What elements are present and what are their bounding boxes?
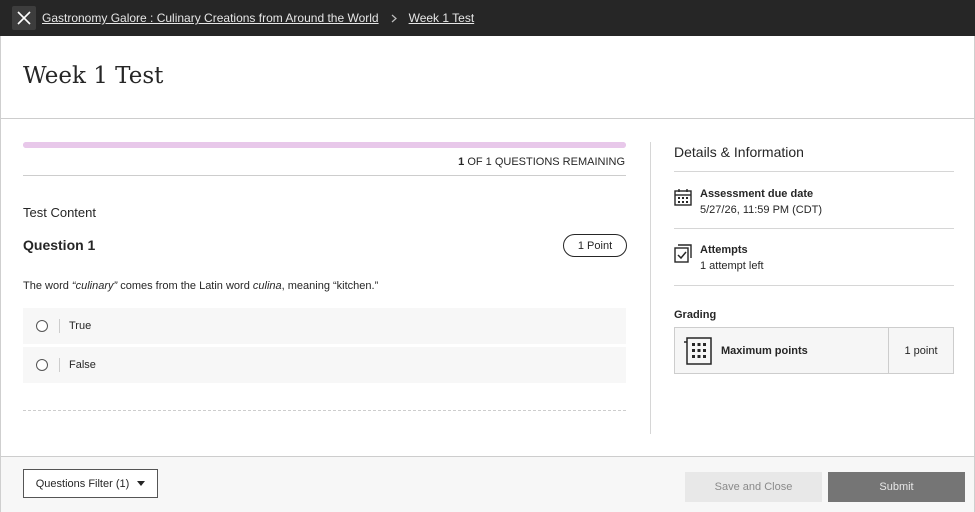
- save-and-close-button[interactable]: Save and Close: [685, 472, 822, 502]
- question-text: The word “culinary” comes from the Latin…: [23, 280, 378, 292]
- option-divider: [59, 358, 60, 372]
- calendar-icon: [674, 189, 692, 206]
- attempts-label: Attempts: [700, 244, 748, 256]
- remaining-count: 1: [458, 156, 465, 168]
- max-points-label: Maximum points: [721, 344, 808, 357]
- breadcrumb-course-link[interactable]: Gastronomy Galore : Culinary Creations f…: [42, 11, 379, 25]
- page-title: Week 1 Test: [23, 63, 164, 89]
- question-text-italic: “culinary”: [71, 280, 118, 292]
- caret-down-icon: [137, 481, 146, 486]
- panel-divider: [650, 142, 651, 434]
- grade-calculator-icon: [684, 336, 712, 365]
- remaining-text: OF 1 QUESTIONS REMAINING: [467, 156, 625, 168]
- max-points-value: 1 point: [888, 328, 953, 373]
- questions-remaining: 1 OF 1 QUESTIONS REMAINING: [458, 156, 625, 168]
- section-label: Test Content: [23, 205, 96, 220]
- answer-option-true[interactable]: True: [23, 308, 626, 344]
- option-label: True: [69, 320, 92, 332]
- radio-button[interactable]: [36, 359, 48, 371]
- title-area: Week 1 Test: [0, 36, 975, 119]
- divider: [23, 175, 626, 176]
- due-date-label: Assessment due date: [700, 188, 814, 200]
- option-label: False: [69, 359, 96, 371]
- close-icon: [17, 11, 31, 25]
- questions-filter-button[interactable]: Questions Filter (1): [23, 469, 158, 498]
- details-title: Details & Information: [674, 144, 804, 160]
- answer-option-false[interactable]: False: [23, 347, 626, 383]
- option-divider: [59, 319, 60, 333]
- submit-button[interactable]: Submit: [828, 472, 965, 502]
- radio-button[interactable]: [36, 320, 48, 332]
- progress-bar: [23, 142, 626, 148]
- divider: [674, 228, 954, 229]
- attempts-check-icon: [674, 244, 692, 263]
- question-text-part: comes from the Latin word: [117, 280, 253, 292]
- grading-label: Grading: [674, 309, 717, 321]
- question-title: Question 1: [23, 237, 96, 253]
- top-bar: Gastronomy Galore : Culinary Creations f…: [0, 0, 975, 36]
- points-badge: 1 Point: [563, 234, 627, 257]
- divider: [674, 285, 954, 286]
- question-text-italic: culina: [252, 280, 282, 292]
- progress-bar-fill: [23, 142, 626, 148]
- attempts-value: 1 attempt left: [700, 260, 764, 272]
- question-text-part: The word: [23, 280, 72, 292]
- main-panel: 1 OF 1 QUESTIONS REMAINING Test Content …: [0, 119, 975, 456]
- divider: [674, 171, 954, 172]
- dashed-divider: [23, 410, 626, 411]
- grading-box: Maximum points 1 point: [674, 327, 954, 374]
- due-date-value: 5/27/26, 11:59 PM (CDT): [700, 204, 823, 216]
- chevron-right-icon: [391, 14, 397, 23]
- breadcrumb: Gastronomy Galore : Culinary Creations f…: [42, 11, 474, 25]
- footer-bar: Questions Filter (1) Save and Close Subm…: [0, 456, 975, 512]
- question-text-part: , meaning “kitchen.”: [281, 280, 379, 292]
- close-button[interactable]: [12, 6, 36, 30]
- questions-filter-label: Questions Filter (1): [35, 477, 130, 490]
- breadcrumb-test-link[interactable]: Week 1 Test: [409, 11, 475, 25]
